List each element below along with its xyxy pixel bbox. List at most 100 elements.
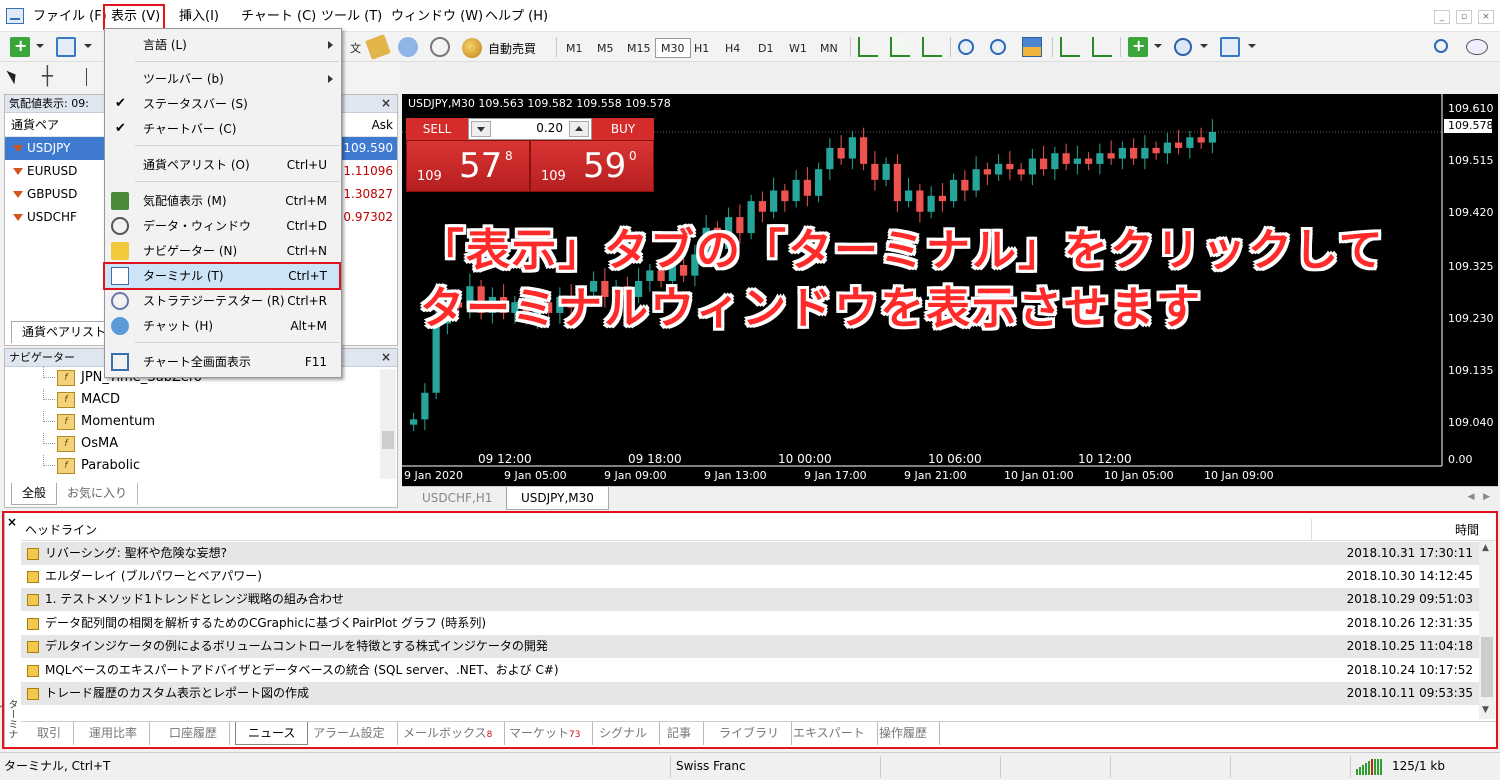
menu-insert[interactable]: 挿入(I) — [172, 7, 226, 27]
tab-favorites[interactable]: お気に入り — [57, 483, 139, 505]
auto-trading-icon[interactable] — [462, 38, 482, 58]
chevron-down-icon[interactable] — [36, 44, 44, 48]
tab-signals[interactable]: シグナル — [587, 722, 661, 745]
bar-chart-icon[interactable] — [858, 37, 878, 57]
lot-increase-button[interactable] — [569, 121, 589, 137]
menu-item-data-window[interactable]: データ・ウィンドウ Ctrl+D — [105, 214, 341, 238]
scrollbar-thumb[interactable] — [382, 431, 394, 449]
chevron-down-icon[interactable] — [1248, 44, 1256, 48]
tab-journal[interactable]: 操作履歴 — [867, 722, 941, 745]
signals-icon[interactable] — [430, 37, 450, 57]
menu-file[interactable]: ファイル (F) — [26, 7, 114, 27]
menu-view[interactable]: 表示 (V) — [104, 7, 167, 27]
tab-experts[interactable]: エキスパート — [781, 722, 878, 745]
menu-item-strategy-tester[interactable]: ストラテジーテスター (R) Ctrl+R — [105, 289, 341, 313]
tab-account-history[interactable]: 口座履歴 — [157, 722, 231, 745]
new-chart-icon[interactable] — [10, 36, 30, 57]
scrollbar-thumb[interactable] — [1481, 637, 1493, 697]
column-divider[interactable] — [1311, 519, 1312, 541]
menu-window[interactable]: ウィンドウ (W) — [384, 7, 490, 27]
minimize-icon[interactable]: _ — [1434, 10, 1450, 24]
tab-mailbox[interactable]: メールボックス8 — [391, 722, 506, 745]
tab-exposure[interactable]: 運用比率 — [77, 722, 151, 745]
time-column-header[interactable]: 時間 — [1455, 519, 1479, 541]
terminal-scrollbar[interactable]: ▲ ▼ — [1479, 541, 1495, 719]
menu-item-fullscreen[interactable]: チャート全画面表示 F11 — [105, 350, 341, 374]
close-icon[interactable]: × — [7, 515, 17, 529]
menu-item-language[interactable]: 言語 (L) — [105, 33, 341, 57]
news-row[interactable]: 1. テストメソッド1トレンドとレンジ戦略の組み合わせ 2018.10.29 09… — [21, 588, 1481, 611]
sell-price-box[interactable]: 109 57 8 — [406, 140, 530, 192]
lot-size-value[interactable]: 0.20 — [536, 121, 563, 135]
navigator-item[interactable]: f Parabolic — [5, 455, 397, 477]
timeframe-m5[interactable]: M5 — [591, 38, 620, 58]
lot-decrease-button[interactable] — [471, 121, 491, 137]
chart-window[interactable]: USDJPY,M30 109.563 109.582 109.558 109.5… — [402, 94, 1498, 486]
ask-column-header[interactable]: Ask — [372, 113, 393, 137]
navigator-item[interactable]: f OsMA — [5, 433, 397, 455]
lot-size-stepper[interactable]: 0.20 — [468, 118, 592, 140]
news-row[interactable]: デルタインジケータの例によるボリュームコントロールを特徴とする株式インジケータの… — [21, 635, 1481, 658]
headline-column-header[interactable]: ヘッドライン — [25, 519, 97, 541]
menu-item-chart-bar[interactable]: ✔ チャートバー (C) — [105, 117, 341, 141]
periods-icon[interactable] — [1174, 38, 1192, 56]
symbol-column-header[interactable]: 通貨ペア — [11, 113, 59, 137]
navigator-item[interactable]: f Momentum — [5, 411, 397, 433]
account-icon[interactable] — [398, 37, 418, 57]
news-row[interactable]: MQLベースのエキスパートアドバイザとデータベースの統合 (SQL server… — [21, 659, 1481, 682]
menu-item-status-bar[interactable]: ✔ ステータスバー (S) — [105, 92, 341, 116]
cursor-icon[interactable] — [6, 67, 20, 85]
scroll-down-icon[interactable]: ▼ — [1482, 705, 1489, 715]
close-icon[interactable]: × — [1478, 10, 1494, 24]
tab-common[interactable]: 全般 — [11, 483, 58, 505]
navigator-item[interactable]: f MACD — [5, 389, 397, 411]
chat-icon[interactable] — [1466, 39, 1488, 55]
tab-alerts[interactable]: アラーム設定 — [301, 722, 398, 745]
tab-symbols[interactable]: 通貨ペアリスト — [11, 321, 118, 343]
menu-item-terminal[interactable]: ターミナル (T) Ctrl+T — [105, 264, 341, 288]
chevron-down-icon[interactable] — [1200, 44, 1208, 48]
timeframe-mn[interactable]: MN — [814, 38, 844, 58]
timeframe-h4[interactable]: H4 — [719, 38, 746, 58]
menu-item-market-watch[interactable]: 気配値表示 (M) Ctrl+M — [105, 189, 341, 213]
tab-news[interactable]: ニュース — [235, 722, 309, 745]
sell-button[interactable]: SELL — [406, 118, 468, 140]
menu-chart[interactable]: チャート (C) — [234, 7, 323, 27]
tab-market[interactable]: マーケット73 — [497, 722, 594, 745]
restore-icon[interactable]: ▫ — [1456, 10, 1472, 24]
timeframe-m1[interactable]: M1 — [560, 38, 589, 58]
autoscroll-icon[interactable] — [1092, 37, 1112, 57]
timeframe-m30[interactable]: M30 — [655, 38, 691, 58]
close-icon[interactable]: × — [381, 350, 391, 364]
tab-articles[interactable]: 記事 — [655, 722, 705, 745]
tile-windows-icon[interactable] — [1022, 37, 1042, 57]
tab-usdchf-h1[interactable]: USDCHF,H1 — [408, 487, 506, 510]
timeframe-w1[interactable]: W1 — [783, 38, 813, 58]
timeframe-h1[interactable]: H1 — [688, 38, 715, 58]
tab-scroll-arrows[interactable]: ◀ ▶ — [1468, 492, 1490, 502]
zoom-out-icon[interactable] — [990, 39, 1006, 55]
new-order-partial-label[interactable]: 文 — [344, 38, 367, 58]
crosshair-icon[interactable]: ┼ — [42, 66, 53, 87]
menu-tools[interactable]: ツール (T) — [314, 7, 389, 27]
menu-help[interactable]: ヘルプ (H) — [478, 7, 555, 27]
vertical-line-icon[interactable] — [86, 68, 87, 86]
chart-shift-icon[interactable] — [1060, 37, 1080, 57]
chevron-down-icon[interactable] — [1154, 44, 1162, 48]
indicators-icon[interactable] — [1128, 36, 1148, 57]
tab-usdjpy-m30[interactable]: USDJPY,M30 — [506, 487, 609, 510]
tab-trade[interactable]: 取引 — [25, 722, 75, 745]
buy-price-box[interactable]: 109 59 0 — [530, 140, 654, 192]
scroll-up-icon[interactable]: ▲ — [1482, 543, 1489, 553]
line-chart-icon[interactable] — [922, 37, 942, 57]
zoom-in-icon[interactable] — [958, 39, 974, 55]
menu-item-toolbars[interactable]: ツールバー (b) — [105, 67, 341, 91]
buy-button[interactable]: BUY — [592, 118, 654, 140]
auto-trading-button[interactable]: 自動売買 — [488, 39, 536, 59]
candlestick-icon[interactable] — [890, 37, 910, 57]
chevron-down-icon[interactable] — [84, 44, 92, 48]
metaeditor-icon[interactable] — [365, 34, 391, 60]
navigator-scrollbar[interactable] — [380, 369, 396, 479]
profiles-icon[interactable] — [56, 37, 76, 57]
menu-item-chat[interactable]: チャット (H) Alt+M — [105, 314, 341, 338]
